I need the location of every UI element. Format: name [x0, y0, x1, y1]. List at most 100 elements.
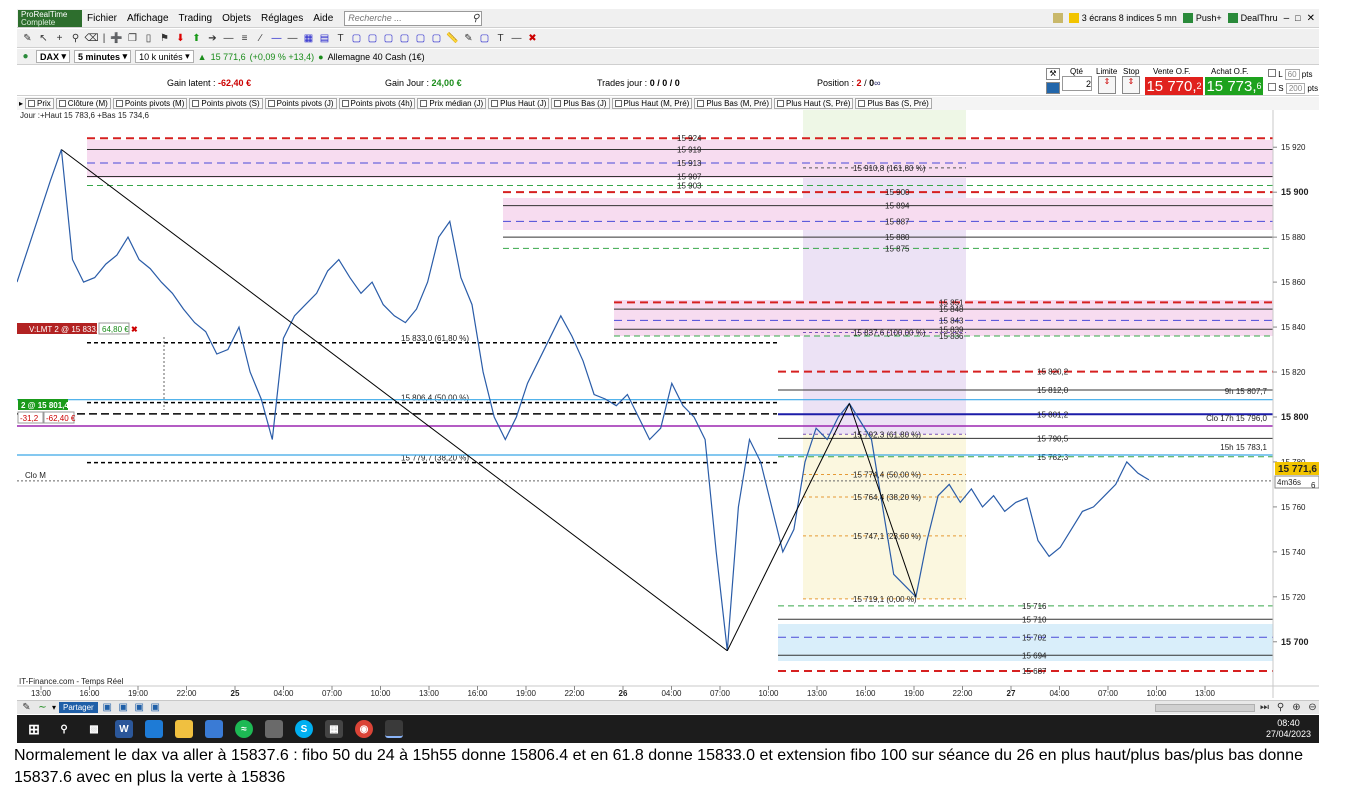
drawing-mode-icon[interactable]: [1052, 13, 1063, 23]
l-pts-input[interactable]: 60: [1284, 69, 1300, 80]
rectangle-icon[interactable]: ▢: [350, 32, 363, 45]
gann-icon[interactable]: ▢: [398, 32, 411, 45]
fibo-icon[interactable]: ▦: [302, 32, 315, 45]
menu-trading[interactable]: Trading: [174, 13, 218, 24]
skype-icon[interactable]: S: [295, 720, 313, 738]
calculator-icon[interactable]: [1046, 82, 1060, 94]
folder-icon[interactable]: [175, 720, 193, 738]
menu-aide[interactable]: Aide: [308, 13, 338, 24]
chip-plus-haut-s[interactable]: Plus Haut (S, Pré): [774, 98, 854, 109]
text-tool-icon[interactable]: T: [494, 32, 507, 45]
edit-chart-icon[interactable]: ✎: [20, 701, 33, 714]
chart-type-dropdown-icon[interactable]: ▾: [52, 703, 56, 712]
arrow-right-icon[interactable]: ➔: [206, 32, 219, 45]
line-tool-icon[interactable]: —: [510, 32, 523, 45]
chip-prix[interactable]: Prix: [25, 98, 54, 109]
chrome-icon[interactable]: ◉: [355, 720, 373, 738]
windows-start-icon[interactable]: ⊞: [25, 720, 43, 738]
chart-svg[interactable]: 15 924 15 919 15 913 15 90715 903 15 900 15 8…: [17, 110, 1319, 698]
link-icon[interactable]: ●: [19, 50, 32, 63]
price-chart[interactable]: 15 924 15 919 15 913 15 907 15 903 15 900 15 8…: [17, 110, 1319, 698]
text-icon[interactable]: T: [334, 32, 347, 45]
l-checkbox[interactable]: [1268, 69, 1276, 77]
minimize-icon[interactable]: –: [1284, 13, 1290, 24]
s-checkbox[interactable]: [1268, 83, 1276, 91]
chip-plus-bas-m[interactable]: Plus Bas (M, Pré): [694, 98, 772, 109]
limit-toggle-icon[interactable]: ⇕: [1098, 76, 1116, 94]
eraser-icon[interactable]: ⌫: [84, 32, 98, 45]
cursor-icon[interactable]: ↖: [37, 32, 50, 45]
pointer-icon[interactable]: ➕: [110, 32, 123, 45]
calculator-app-icon[interactable]: ▦: [325, 720, 343, 738]
channel-icon[interactable]: ≡: [238, 32, 251, 45]
lock-icon[interactable]: ▢: [478, 32, 491, 45]
ellipse-icon[interactable]: ▢: [366, 32, 379, 45]
store-icon[interactable]: [205, 720, 223, 738]
screener-icon[interactable]: ▣: [117, 701, 130, 714]
go-to-end-icon[interactable]: ⏭: [1258, 701, 1271, 714]
zoom-reset-icon[interactable]: ⚲: [1274, 701, 1287, 714]
layout-selector[interactable]: 3 écrans 8 indices 5 mn: [1068, 13, 1177, 23]
app-blue-icon[interactable]: [145, 720, 163, 738]
text-box-icon[interactable]: ▯: [142, 32, 155, 45]
chart-type-icon[interactable]: ∼: [36, 701, 49, 714]
cancel-order-icon[interactable]: ✖: [131, 325, 138, 334]
pencil-icon[interactable]: ✎: [21, 32, 34, 45]
crosshair-icon[interactable]: +: [53, 32, 66, 45]
chip-cloture-m[interactable]: Clôture (M): [55, 98, 111, 109]
menu-reglages[interactable]: Réglages: [256, 13, 308, 24]
arrow-up-green-icon[interactable]: ⬆: [190, 32, 203, 45]
chip-pivots-s[interactable]: Points pivots (S): [189, 98, 263, 109]
pitchfork-icon[interactable]: ▢: [382, 32, 395, 45]
trendline-icon[interactable]: ∕: [254, 32, 267, 45]
fibo-fan-icon[interactable]: ▤: [318, 32, 331, 45]
menu-fichier[interactable]: Fichier: [82, 13, 122, 24]
chip-pivots-j[interactable]: Points pivots (J): [264, 98, 337, 109]
qty-input[interactable]: [1062, 76, 1092, 91]
task-view-icon[interactable]: ▩: [85, 720, 103, 738]
copy-icon[interactable]: ❐: [126, 32, 139, 45]
search-icon[interactable]: ⚲: [472, 13, 481, 24]
chip-plus-bas-s[interactable]: Plus Bas (S, Pré): [855, 98, 932, 109]
alert-icon[interactable]: ▣: [149, 701, 162, 714]
chip-plus-haut-m[interactable]: Plus Haut (M, Pré): [611, 98, 693, 109]
hline-icon[interactable]: —: [222, 32, 235, 45]
level-line-icon[interactable]: —: [286, 32, 299, 45]
search-icon[interactable]: ⚲: [55, 720, 73, 738]
spotify-icon[interactable]: ≈: [235, 720, 253, 738]
backtest-icon[interactable]: ▣: [133, 701, 146, 714]
close-icon[interactable]: ✕: [1307, 13, 1315, 24]
push-button[interactable]: Push+: [1182, 13, 1222, 23]
brush-icon[interactable]: ✎: [462, 32, 475, 45]
zoom-out-icon[interactable]: ⊖: [1306, 701, 1319, 714]
zoom-icon[interactable]: ⚲: [69, 32, 82, 45]
wrench-icon[interactable]: ⚒: [1046, 68, 1060, 80]
sell-button[interactable]: 15 770, 2: [1145, 77, 1203, 95]
ray-icon[interactable]: —: [270, 32, 283, 45]
delete-objects-icon[interactable]: ✖: [526, 32, 539, 45]
chip-prix-median[interactable]: Prix médian (J): [417, 98, 487, 109]
buy-button[interactable]: 15 773, 6: [1205, 77, 1263, 95]
s-pts-input[interactable]: 200: [1285, 83, 1306, 94]
symbol-selector[interactable]: DAX ▾: [36, 50, 71, 63]
chip-nav-icon[interactable]: ▸: [19, 99, 23, 108]
timeframe-selector[interactable]: 5 minutes ▾: [74, 50, 132, 63]
menu-affichage[interactable]: Affichage: [122, 13, 174, 24]
cycle-icon[interactable]: ▢: [414, 32, 427, 45]
app-paint-icon[interactable]: [265, 720, 283, 738]
chip-pivots-m[interactable]: Points pivots (M): [112, 98, 188, 109]
stop-toggle-icon[interactable]: ⇕: [1122, 76, 1140, 94]
chip-plus-haut-j[interactable]: Plus Haut (J): [488, 98, 550, 109]
regression-icon[interactable]: ▢: [430, 32, 443, 45]
share-button[interactable]: Partager: [59, 702, 98, 713]
screenshot-icon[interactable]: ▣: [101, 701, 114, 714]
chip-pivots-4h[interactable]: Points pivots (4h): [338, 98, 416, 109]
dealthru-button[interactable]: DealThru: [1227, 13, 1278, 23]
arrow-down-red-icon[interactable]: ⬇: [174, 32, 187, 45]
menu-objets[interactable]: Objets: [217, 13, 256, 24]
search-input[interactable]: [348, 13, 459, 23]
horizontal-scrollbar[interactable]: [1155, 703, 1255, 712]
zoom-in-icon[interactable]: ⊕: [1290, 701, 1303, 714]
system-clock[interactable]: 08:40 27/04/2023: [1266, 718, 1311, 740]
word-icon[interactable]: W: [115, 720, 133, 738]
